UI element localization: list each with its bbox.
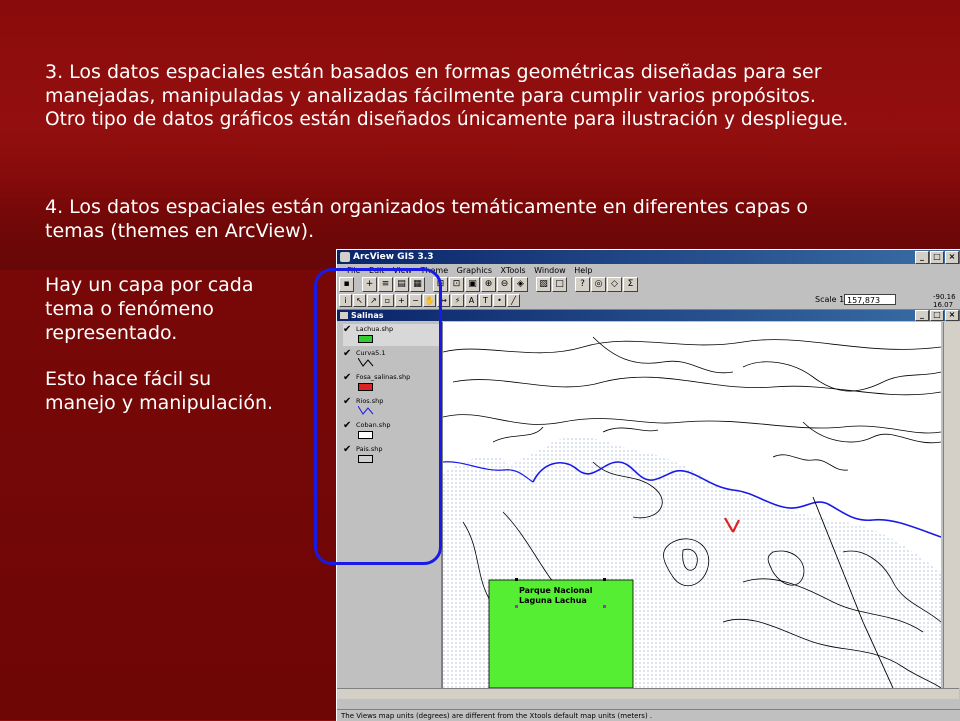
menu-help[interactable]: Help [574, 266, 592, 275]
map-canvas[interactable] [443, 322, 941, 688]
paragraph-3-line-2: manejadas, manipuladas y analizadas fáci… [45, 85, 816, 107]
side-text-2-line-1: Esto hace fácil su [45, 368, 212, 390]
paragraph-3-line-3: Otro tipo de datos gráficos están diseña… [45, 109, 849, 130]
close-button[interactable]: × [945, 251, 959, 264]
paragraph-3: 3. Los datos espaciales están basados en… [45, 60, 955, 132]
window-controls: _ □ × [915, 251, 959, 264]
map-label-line-1: Parque Nacional [519, 586, 593, 595]
selection-handle [603, 578, 606, 581]
map-display[interactable]: Parque Nacional Laguna Lachua [443, 322, 941, 688]
side-text-1-line-1: Hay un capa por cada [45, 274, 254, 296]
side-text-2-line-2: manejo y manipulación. [45, 392, 274, 414]
scale-label: Scale 1: [815, 295, 847, 304]
draw-tool-icon[interactable]: • [493, 294, 506, 307]
view-minimize-button[interactable]: _ [915, 310, 929, 321]
view-window-controls: _ □ × [915, 310, 959, 321]
side-text-1: Hay un capa por cada tema o fenómeno rep… [45, 273, 295, 345]
selection-handle [515, 605, 518, 608]
maximize-button[interactable]: □ [930, 251, 944, 264]
line-tool-icon[interactable]: ╱ [507, 294, 520, 307]
zoom-previous-button[interactable]: ◈ [513, 277, 528, 292]
arcview-app-icon [340, 252, 350, 262]
app-titlebar: ArcView GIS 3.3 _ □ × [337, 250, 960, 264]
label-tool-icon[interactable]: A [465, 294, 478, 307]
map-label: Parque Nacional Laguna Lachua [519, 586, 593, 606]
paragraph-4-line-1: 4. Los datos espaciales están organizado… [45, 196, 808, 218]
hotlink-tool-icon[interactable]: ⚡ [451, 294, 464, 307]
locate-address-button[interactable]: ◇ [607, 277, 622, 292]
paragraph-4: 4. Los datos espaciales están organizado… [45, 195, 925, 243]
zoom-active-themes-button[interactable]: ⊡ [449, 277, 464, 292]
view-maximize-button[interactable]: □ [930, 310, 944, 321]
find-button[interactable]: ◎ [591, 277, 606, 292]
menu-xtools[interactable]: XTools [501, 266, 526, 275]
map-label-line-2: Laguna Lachua [519, 596, 587, 605]
zoom-out-button[interactable]: ⊖ [497, 277, 512, 292]
paragraph-4-line-2: temas (themes en ArcView). [45, 220, 315, 242]
paragraph-3-line-1: 3. Los datos espaciales están basados en… [45, 61, 822, 83]
view-close-button[interactable]: × [945, 310, 959, 321]
text-tool-icon[interactable]: T [479, 294, 492, 307]
selection-handle [603, 605, 606, 608]
coord-x: -90.16 [933, 293, 956, 301]
horizontal-scrollbar[interactable] [337, 688, 959, 699]
app-title: ArcView GIS 3.3 [353, 252, 434, 262]
zoom-selected-button[interactable]: ▣ [465, 277, 480, 292]
menu-window[interactable]: Window [534, 266, 566, 275]
vertical-scrollbar[interactable] [943, 322, 960, 688]
minimize-button[interactable]: _ [915, 251, 929, 264]
side-text-1-line-2: tema o fenómeno [45, 298, 214, 320]
status-bar: The Views map units (degrees) are differ… [337, 709, 960, 721]
help-button[interactable]: Σ [623, 277, 638, 292]
coordinate-readout: -90.16 16.07 [933, 293, 956, 309]
toc-highlight-outline [314, 268, 442, 565]
zoom-in-button[interactable]: ⊕ [481, 277, 496, 292]
status-text: The Views map units (degrees) are differ… [341, 712, 653, 720]
menu-graphics[interactable]: Graphics [457, 266, 492, 275]
side-text-1-line-3: representado. [45, 322, 178, 344]
clear-selection-button[interactable]: □ [552, 277, 567, 292]
select-features-button[interactable]: ▧ [536, 277, 551, 292]
coord-y: 16.07 [933, 301, 954, 309]
scale-input[interactable]: 157,873 [844, 294, 896, 305]
side-text-2: Esto hace fácil su manejo y manipulación… [45, 367, 310, 415]
query-builder-button[interactable]: ? [575, 277, 590, 292]
selection-handle [515, 578, 518, 581]
